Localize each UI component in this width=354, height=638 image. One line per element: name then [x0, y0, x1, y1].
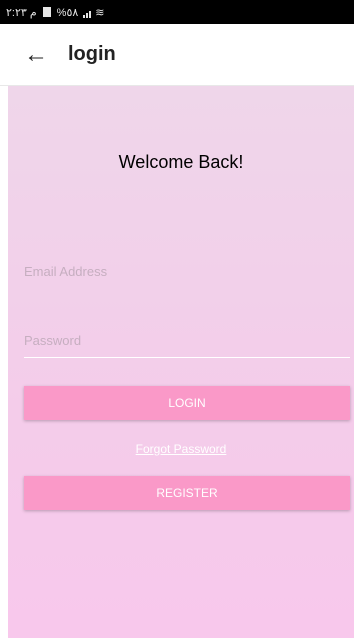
battery-icon	[42, 7, 51, 17]
email-field-container	[24, 254, 350, 288]
email-field[interactable]	[24, 254, 350, 288]
status-time: م ٢:٢٣	[6, 6, 37, 19]
register-button[interactable]: REGISTER	[24, 476, 350, 510]
password-field[interactable]	[24, 324, 350, 357]
forgot-password-link[interactable]: Forgot Password	[8, 442, 354, 456]
login-form: Welcome Back! LOGIN Forgot Password REGI…	[8, 86, 354, 638]
page-title: login	[68, 43, 116, 65]
wifi-icon: ≋	[95, 6, 105, 19]
password-field-container	[24, 324, 350, 358]
signal-icon	[82, 6, 92, 18]
arrow-back-icon[interactable]: ←	[12, 31, 60, 79]
app-bar: ← login	[0, 24, 354, 86]
welcome-heading: Welcome Back!	[118, 152, 244, 172]
battery-level: %٥٨	[56, 6, 79, 19]
login-button[interactable]: LOGIN	[24, 386, 350, 420]
status-bar: م ٢:٢٣ %٥٨ ≋	[0, 0, 354, 24]
